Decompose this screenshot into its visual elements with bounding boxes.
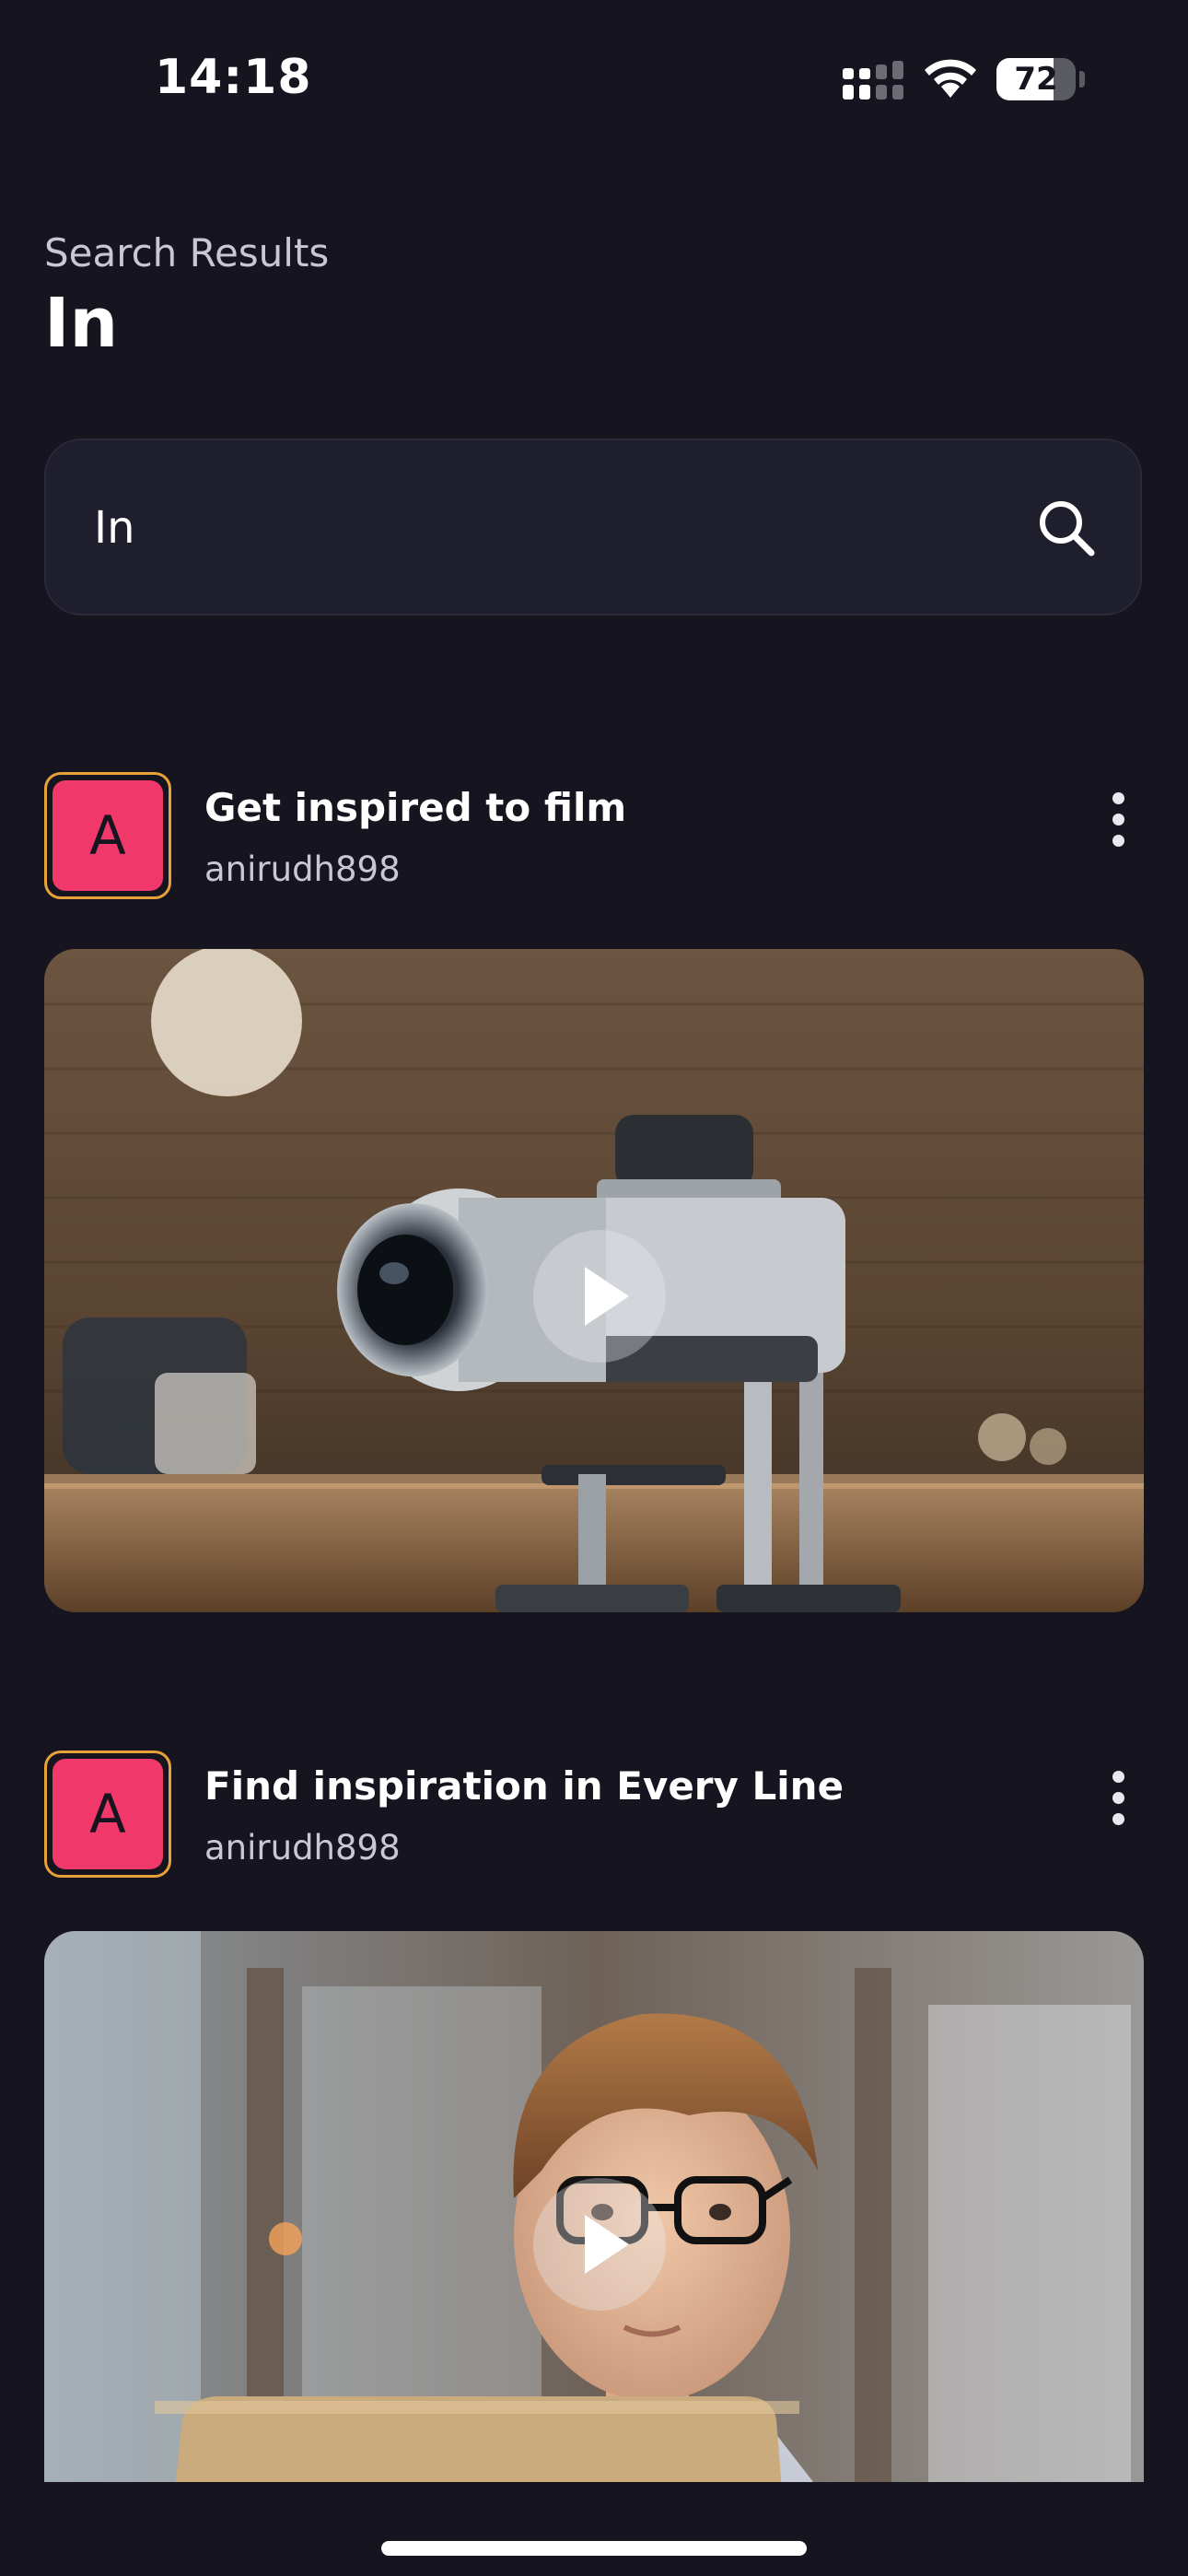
avatar[interactable]: A bbox=[44, 1751, 171, 1878]
play-button[interactable] bbox=[533, 2178, 666, 2311]
bottom-safe-area bbox=[0, 2482, 1188, 2576]
battery-body: 72 bbox=[996, 58, 1076, 100]
page-title: In bbox=[44, 284, 119, 363]
wifi-icon bbox=[925, 59, 976, 98]
status-time: 14:18 bbox=[155, 50, 312, 105]
post-author[interactable]: anirudh898 bbox=[204, 1828, 401, 1868]
video-thumbnail[interactable] bbox=[44, 1931, 1144, 2576]
search-results-screen: 14:18 72 Search Results In In A Get insp… bbox=[0, 0, 1188, 2576]
status-bar: 14:18 72 bbox=[0, 0, 1188, 157]
video-thumbnail[interactable] bbox=[44, 949, 1144, 1612]
home-indicator[interactable] bbox=[381, 2541, 807, 2556]
search-box[interactable] bbox=[44, 439, 1142, 615]
play-button[interactable] bbox=[533, 1230, 666, 1363]
avatar-letter: A bbox=[52, 1759, 163, 1869]
avatar-letter: A bbox=[52, 780, 163, 891]
cellular-signal-icon bbox=[843, 61, 903, 100]
battery-cap bbox=[1079, 71, 1085, 88]
page-subtitle: Search Results bbox=[44, 230, 330, 275]
post-title[interactable]: Get inspired to film bbox=[204, 785, 626, 830]
post-author[interactable]: anirudh898 bbox=[204, 849, 401, 889]
avatar[interactable]: A bbox=[44, 772, 171, 899]
battery-level-text: 72 bbox=[1014, 61, 1058, 98]
battery-indicator: 72 bbox=[996, 58, 1085, 100]
play-icon bbox=[585, 1267, 629, 1326]
more-options-icon[interactable] bbox=[1098, 792, 1138, 862]
more-options-icon[interactable] bbox=[1098, 1771, 1138, 1841]
post-title[interactable]: Find inspiration in Every Line bbox=[204, 1763, 844, 1809]
search-icon[interactable] bbox=[1036, 498, 1097, 558]
play-icon bbox=[585, 2215, 629, 2274]
search-input[interactable] bbox=[92, 440, 1017, 615]
